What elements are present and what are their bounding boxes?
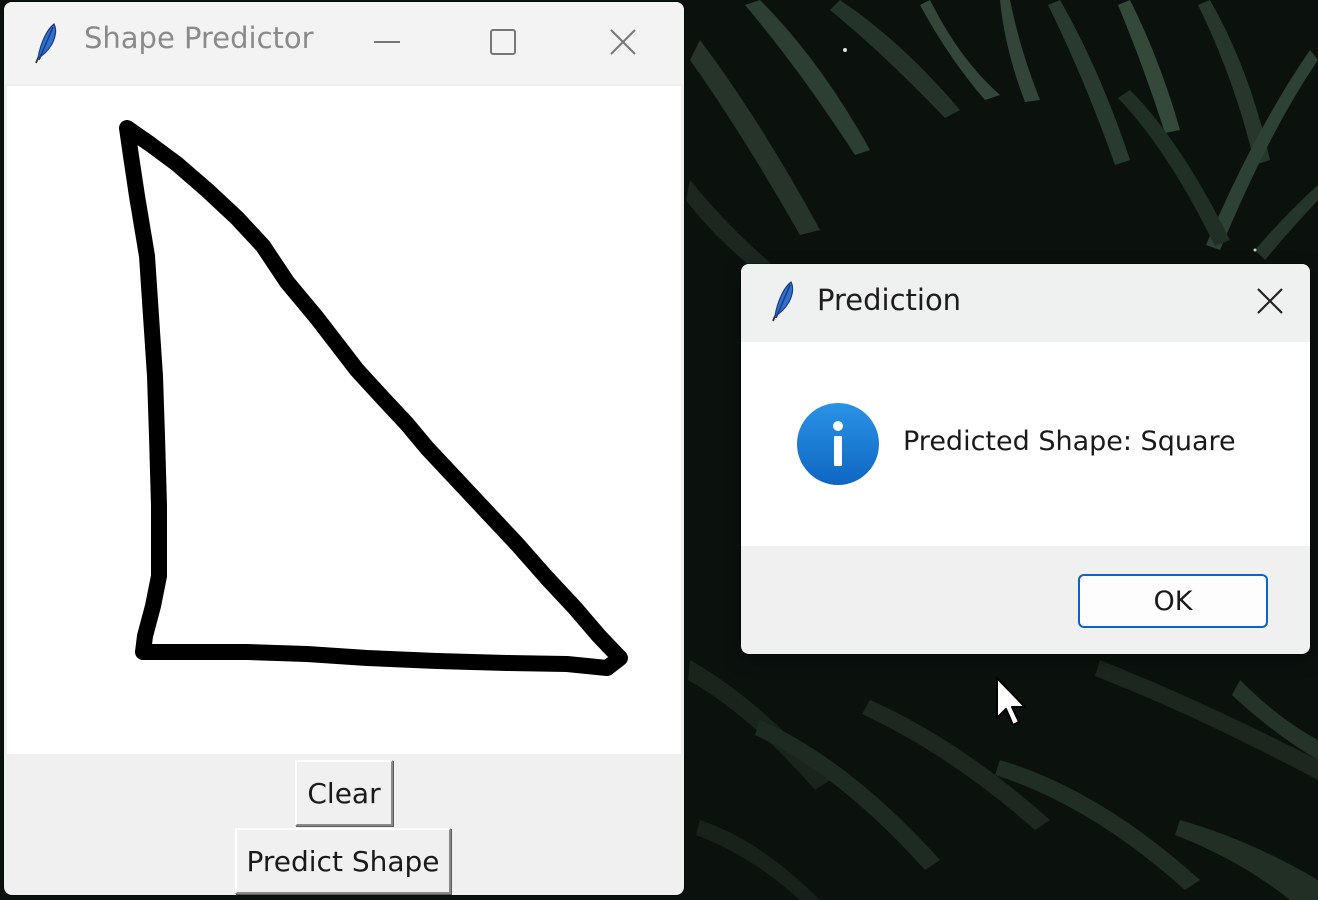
dialog-title: Prediction bbox=[817, 283, 962, 317]
ok-button[interactable]: OK bbox=[1078, 574, 1268, 628]
shape-predictor-window: Shape Predictor Clear Predict Shape bbox=[4, 2, 684, 895]
desktop: Shape Predictor Clear Predict Shape Pred… bbox=[0, 0, 1318, 900]
window-title: Shape Predictor bbox=[84, 21, 314, 55]
close-icon bbox=[1257, 288, 1283, 314]
maximize-button[interactable] bbox=[444, 2, 562, 82]
drawing-canvas[interactable] bbox=[7, 86, 681, 754]
predict-shape-button[interactable]: Predict Shape bbox=[235, 828, 451, 894]
main-titlebar[interactable]: Shape Predictor bbox=[4, 2, 684, 84]
dialog-close-button[interactable] bbox=[1230, 264, 1310, 338]
prediction-dialog: Prediction Predicted Shape: Square OK bbox=[741, 264, 1310, 654]
feather-icon bbox=[772, 281, 794, 322]
maximize-icon bbox=[490, 29, 516, 55]
drawn-shape bbox=[119, 120, 628, 676]
close-button[interactable] bbox=[564, 2, 682, 82]
close-icon bbox=[610, 29, 636, 55]
minimize-button[interactable] bbox=[328, 2, 446, 82]
dialog-body: Predicted Shape: Square bbox=[741, 342, 1310, 546]
mouse-cursor-icon bbox=[996, 677, 1026, 726]
info-icon bbox=[797, 403, 879, 485]
feather-icon bbox=[35, 23, 57, 64]
prediction-message: Predicted Shape: Square bbox=[903, 426, 1236, 457]
minimize-icon bbox=[374, 41, 400, 43]
dialog-titlebar[interactable]: Prediction bbox=[741, 264, 1310, 342]
clear-button[interactable]: Clear bbox=[295, 760, 393, 826]
